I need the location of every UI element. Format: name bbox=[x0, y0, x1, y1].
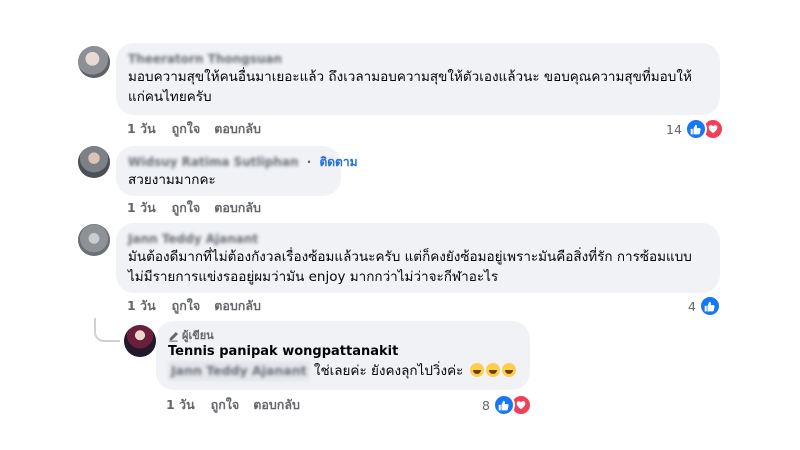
comment-actions: 1 วัน ถูกใจ ตอบกลับ bbox=[127, 121, 275, 137]
reaction-count: 8 bbox=[482, 397, 490, 413]
pen-icon bbox=[169, 331, 178, 342]
comment-bubble: Jann Teddy Ajanant มันต้องดีมากที่ไม่ต้อ… bbox=[116, 223, 720, 293]
author-badge-label: ผู้เขียน bbox=[182, 329, 214, 342]
reply-button[interactable]: ตอบกลับ bbox=[253, 397, 300, 412]
reaction-summary[interactable]: 4 bbox=[688, 295, 721, 317]
comment-text: มันต้องดีมากที่ไม่ต้องกังวลเรื่องซ้อมแล้… bbox=[128, 249, 692, 285]
reply-text: ใช่เลยค่ะ ยังคงลุกไปวิ่งค่ะ bbox=[313, 363, 464, 379]
reply-button[interactable]: ตอบกลับ bbox=[214, 200, 261, 215]
reply-author-name[interactable]: Tennis panipak wongpattanakit bbox=[168, 343, 518, 361]
separator-dot: · bbox=[306, 155, 312, 169]
avatar[interactable] bbox=[78, 46, 110, 78]
reaction-summary[interactable]: 14 bbox=[666, 118, 724, 140]
commenter-name[interactable]: Jann Teddy Ajanant bbox=[128, 231, 708, 247]
laugh-emoji bbox=[469, 363, 484, 377]
commenter-name[interactable]: Widsuy Ratima Sutliphan bbox=[128, 155, 299, 169]
laugh-emoji bbox=[485, 363, 500, 377]
reaction-count: 4 bbox=[688, 298, 696, 314]
avatar[interactable] bbox=[78, 146, 110, 178]
commenter-name[interactable]: Theeratorn Thongsuan bbox=[128, 51, 708, 67]
author-badge: ผู้เขียน bbox=[168, 329, 518, 343]
reply-button[interactable]: ตอบกลับ bbox=[214, 121, 261, 136]
reaction-summary[interactable]: 8 bbox=[482, 394, 532, 416]
like-button[interactable]: ถูกใจ bbox=[172, 298, 201, 313]
commenter-name-row: Widsuy Ratima Sutliphan · ติดตาม bbox=[128, 154, 357, 170]
comment-text: สวยงามมากคะ bbox=[128, 172, 216, 188]
reply-actions: 1 วัน ถูกใจ ตอบกลับ bbox=[166, 397, 314, 413]
like-button[interactable]: ถูกใจ bbox=[211, 397, 240, 412]
comment-time[interactable]: 1 วัน bbox=[127, 121, 156, 136]
reply-time[interactable]: 1 วัน bbox=[166, 397, 195, 412]
avatar[interactable] bbox=[78, 224, 110, 256]
reply-text-row: Jann Teddy Ajanant ใช่เลยค่ะ ยังคงลุกไปว… bbox=[168, 361, 518, 381]
follow-button[interactable]: ติดตาม bbox=[319, 155, 357, 169]
thread-connector bbox=[94, 318, 120, 342]
comment-actions: 1 วัน ถูกใจ ตอบกลับ bbox=[127, 298, 275, 314]
comment-bubble: Widsuy Ratima Sutliphan · ติดตาม สวยงามม… bbox=[116, 146, 357, 196]
laugh-emoji bbox=[501, 363, 516, 377]
like-button[interactable]: ถูกใจ bbox=[172, 200, 201, 215]
comment-time[interactable]: 1 วัน bbox=[127, 200, 156, 215]
mention-tag[interactable]: Jann Teddy Ajanant bbox=[168, 361, 310, 381]
author-avatar[interactable] bbox=[124, 325, 156, 357]
comment-time[interactable]: 1 วัน bbox=[127, 298, 156, 313]
like-icon bbox=[698, 295, 721, 317]
comment-actions: 1 วัน ถูกใจ ตอบกลับ bbox=[127, 200, 275, 216]
like-icon bbox=[684, 118, 707, 140]
like-button[interactable]: ถูกใจ bbox=[172, 121, 201, 136]
comment-bubble: Theeratorn Thongsuan มอบความสุขให้คนอื่น… bbox=[116, 43, 720, 115]
reply-button[interactable]: ตอบกลับ bbox=[214, 298, 261, 313]
like-icon bbox=[492, 394, 515, 416]
reaction-count: 14 bbox=[666, 121, 682, 137]
reply-bubble: ผู้เขียน Tennis panipak wongpattanakit J… bbox=[156, 321, 530, 390]
comment-text: มอบความสุขให้คนอื่นมาเยอะแล้ว ถึงเวลามอบ… bbox=[128, 69, 692, 105]
